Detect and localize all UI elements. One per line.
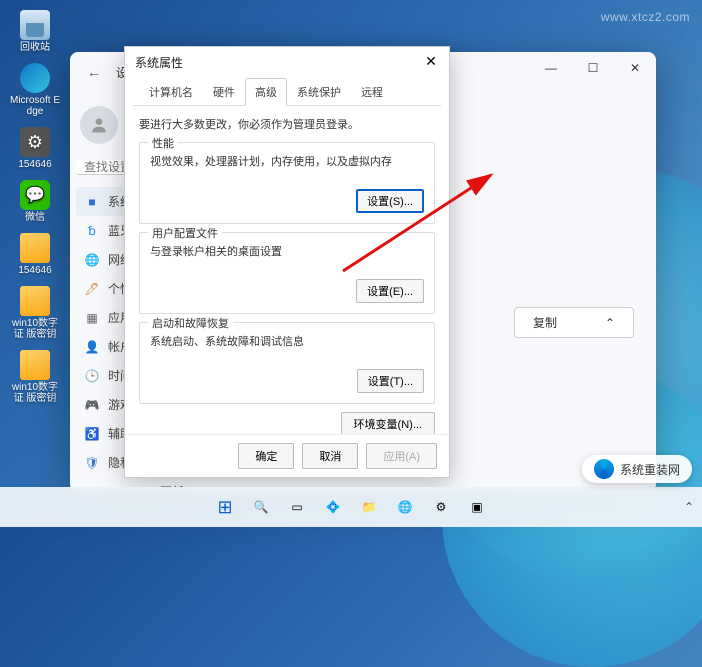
group-desc: 系统启动、系统故障和调试信息: [150, 333, 424, 349]
edge-icon: [20, 63, 50, 93]
desktop-icon-label: 微信: [25, 212, 45, 223]
start-button[interactable]: ⊞: [210, 492, 240, 522]
chevron-up-icon[interactable]: ⌃: [684, 500, 694, 514]
desktop-icon-label: Microsoft Edge: [8, 95, 62, 117]
ok-button[interactable]: 确定: [238, 443, 294, 469]
edge-icon[interactable]: 🌐: [390, 492, 420, 522]
group-title: 性能: [148, 135, 178, 151]
chevron-up-icon: ⌃: [605, 316, 615, 330]
group-settings-button[interactable]: 设置(T)...: [357, 369, 424, 393]
desktop-icon[interactable]: 154646: [6, 231, 64, 278]
folder-icon: [20, 350, 50, 380]
explorer-icon[interactable]: 📁: [354, 492, 384, 522]
cancel-button[interactable]: 取消: [302, 443, 358, 469]
nav-icon: 🕒: [84, 368, 100, 384]
close-button[interactable]: ✕: [614, 52, 656, 84]
settings-group: 启动和故障恢复系统启动、系统故障和调试信息设置(T)...: [139, 322, 435, 404]
watermark-url: www.xtcz2.com: [601, 10, 690, 24]
admin-note: 要进行大多数更改，你必须作为管理员登录。: [139, 116, 435, 132]
system-properties-dialog: 系统属性 ✕ 计算机名硬件高级系统保护远程 要进行大多数更改，你必须作为管理员登…: [124, 46, 450, 478]
tab[interactable]: 系统保护: [287, 78, 351, 106]
dialog-tabs: 计算机名硬件高级系统保护远程: [133, 77, 441, 106]
tab[interactable]: 硬件: [203, 78, 245, 106]
nav-icon: 🛡: [84, 455, 100, 471]
group-desc: 视觉效果，处理器计划，内存使用，以及虚拟内存: [150, 153, 424, 169]
window-controls: — ☐ ✕: [530, 52, 656, 84]
group-desc: 与登录帐户相关的桌面设置: [150, 243, 424, 259]
nav-icon: 🎮: [84, 397, 100, 413]
desktop-icon[interactable]: win10数字证 版密钥: [6, 348, 64, 406]
group-title: 启动和故障恢复: [148, 315, 233, 331]
copy-label: 复制: [533, 314, 557, 331]
group-settings-button[interactable]: 设置(E)...: [356, 279, 424, 303]
settings-group: 性能视觉效果，处理器计划，内存使用，以及虚拟内存设置(S)...: [139, 142, 435, 224]
widgets-icon[interactable]: 💠: [318, 492, 348, 522]
dialog-close-button[interactable]: ✕: [417, 49, 445, 73]
desktop-icon[interactable]: Microsoft Edge: [6, 61, 64, 119]
desktop-icon-label: 回收站: [20, 42, 50, 53]
desktop-icon-label: win10数字证 版密钥: [8, 382, 62, 404]
nav-icon: 👤: [84, 339, 100, 355]
desktop-icon[interactable]: 微信: [6, 178, 64, 225]
taskbar: ⊞ 🔍 ▭ 💠 📁 🌐 ⚙ ▣ ⌃: [0, 487, 702, 527]
dialog-title: 系统属性: [125, 47, 449, 77]
wechat-icon: [20, 180, 50, 210]
dialog-body: 要进行大多数更改，你必须作为管理员登录。 性能视觉效果，处理器计划，内存使用，以…: [125, 106, 449, 434]
nav-icon: ♿: [84, 426, 100, 442]
dialog-footer: 确定 取消 应用(A): [125, 434, 449, 477]
settings-icon[interactable]: ⚙: [426, 492, 456, 522]
desktop-icon[interactable]: 154646: [6, 125, 64, 172]
tab[interactable]: 高级: [245, 78, 287, 106]
nav-icon: ▦: [84, 310, 100, 326]
avatar: [80, 106, 118, 144]
gear-icon: [20, 127, 50, 157]
system-tray[interactable]: ⌃: [684, 500, 694, 514]
back-button[interactable]: ←: [82, 60, 106, 84]
desktop-icon[interactable]: win10数字证 版密钥: [6, 284, 64, 342]
watermark-text: 系统重装网: [620, 461, 680, 478]
desktop-icon-label: 154646: [18, 265, 51, 276]
task-view-icon[interactable]: ▭: [282, 492, 312, 522]
group-settings-button[interactable]: 设置(S)...: [356, 189, 424, 213]
watermark-badge: 系统重装网: [582, 455, 692, 483]
nav-icon: 🌐: [84, 252, 100, 268]
group-title: 用户配置文件: [148, 225, 222, 241]
settings-group: 用户配置文件与登录帐户相关的桌面设置设置(E)...: [139, 232, 435, 314]
search-icon[interactable]: 🔍: [246, 492, 276, 522]
maximize-button[interactable]: ☐: [572, 52, 614, 84]
environment-variables-button[interactable]: 环境变量(N)...: [341, 412, 435, 434]
desktop-icon-label: 154646: [18, 159, 51, 170]
watermark-logo-icon: [594, 459, 614, 479]
folder-icon: [20, 286, 50, 316]
tab[interactable]: 计算机名: [139, 78, 203, 106]
desktop-icons: 回收站 Microsoft Edge 154646 微信 154646 win10数字证 …: [6, 8, 64, 406]
nav-icon: ■: [84, 194, 100, 210]
desktop-icon[interactable]: 回收站: [6, 8, 64, 55]
folder-icon: [20, 233, 50, 263]
app-icon[interactable]: ▣: [462, 492, 492, 522]
recycle-icon: [20, 10, 50, 40]
minimize-button[interactable]: —: [530, 52, 572, 84]
apply-button[interactable]: 应用(A): [366, 443, 437, 469]
copy-button[interactable]: 复制 ⌃: [514, 307, 634, 338]
desktop-icon-label: win10数字证 版密钥: [8, 318, 62, 340]
nav-icon: 🖊: [84, 281, 100, 297]
tab[interactable]: 远程: [351, 78, 393, 106]
nav-icon: ␢: [84, 223, 100, 239]
